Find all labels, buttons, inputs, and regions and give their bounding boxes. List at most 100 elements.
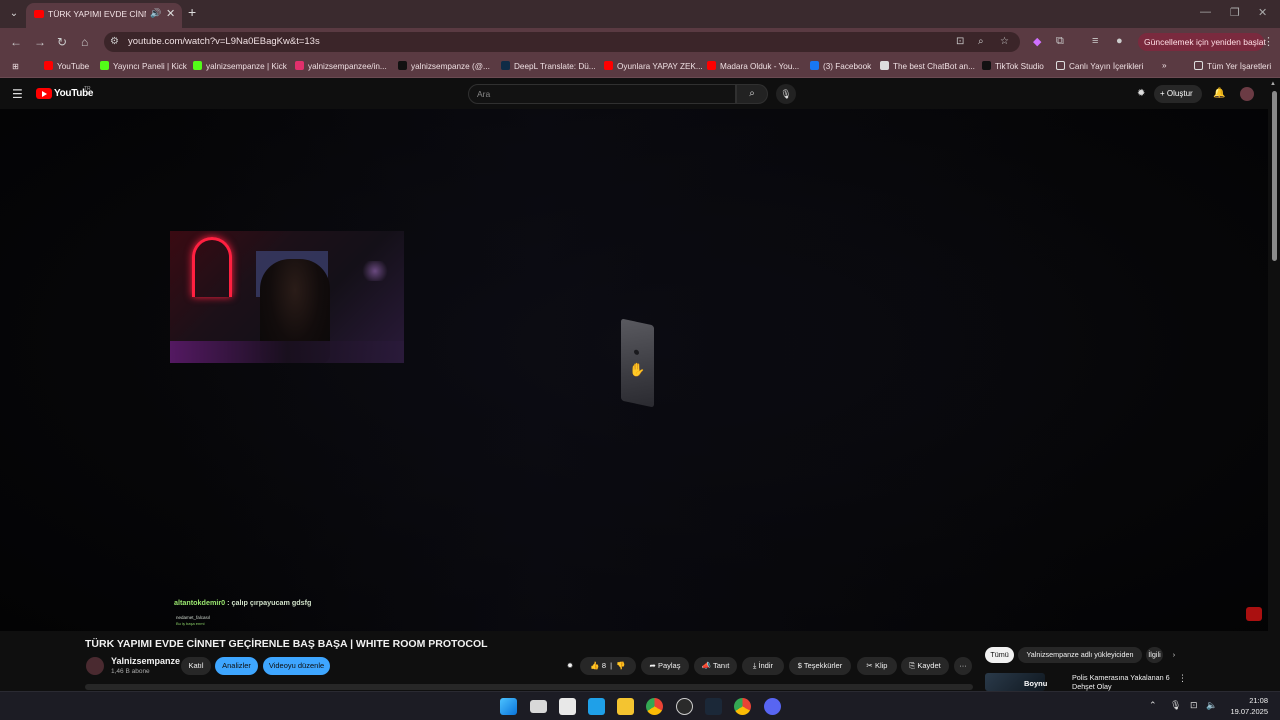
back-icon[interactable]: ← [10, 35, 22, 49]
promote-button[interactable]: 📣 Tanıt [694, 657, 737, 675]
window-maximize-button[interactable]: ❐ [1230, 6, 1240, 19]
tab-audio-icon[interactable]: 🔊 [150, 8, 161, 19]
subscriber-count: 1,46 B abone [111, 668, 150, 675]
recommendation-more-icon[interactable]: ⋮ [1178, 673, 1187, 684]
more-actions-button[interactable]: ··· [954, 657, 972, 675]
taskbar-clock[interactable]: 21:08 19.07.2025 [1228, 695, 1268, 717]
search-button[interactable]: ⌕ [736, 84, 768, 104]
youtube-logo-icon[interactable] [36, 88, 52, 99]
join-button[interactable]: Katıl [181, 657, 211, 675]
page-scrollbar[interactable]: ▲ [1268, 79, 1280, 691]
video-player[interactable]: ✋ altantokdemir0 : çalıp çırpayucam gdsf… [0, 109, 1268, 631]
chips-next-icon[interactable]: › [1169, 647, 1179, 663]
bookmarks-overflow-button[interactable]: » [1162, 61, 1167, 70]
photos-app-icon[interactable] [588, 698, 605, 715]
file-explorer-icon[interactable] [617, 698, 634, 715]
bookmark-item[interactable]: YouTube [44, 61, 89, 71]
bookmark-item[interactable]: DeepL Translate: Dü... [501, 61, 596, 71]
discord-icon[interactable] [764, 698, 781, 715]
webcam-desk [170, 341, 404, 363]
network-icon[interactable]: ⊡ [1190, 700, 1198, 711]
media-control-icon[interactable]: ≡ [1092, 35, 1098, 47]
bookmark-favicon-icon [44, 61, 53, 70]
bookmark-favicon-icon [100, 61, 109, 70]
bookmark-item[interactable]: Oyunlara YAPAY ZEK... [604, 61, 703, 71]
clip-button[interactable]: ✂ Klip [857, 657, 897, 675]
dislike-icon[interactable]: 👎 [616, 661, 625, 670]
snipping-tool-icon[interactable] [559, 698, 576, 715]
bookmark-item[interactable]: yalnizsempanze (@... [398, 61, 490, 71]
bookmark-item[interactable]: yalnizsempanzee/in... [295, 61, 387, 71]
zoom-icon[interactable]: ⌕ [978, 36, 984, 47]
volume-icon[interactable]: 🔈 [1206, 700, 1217, 711]
steam-icon[interactable] [705, 698, 722, 715]
save-button[interactable]: ⎘ Kaydet [901, 657, 949, 675]
bookmark-favicon-icon [880, 61, 889, 70]
recommendation-title[interactable]: Polis Kamerasına Yakalanan 6 Dehşet Olay [1072, 673, 1172, 691]
tab-close-icon[interactable]: ✕ [166, 7, 175, 20]
description-box[interactable] [85, 684, 973, 690]
profile-icon[interactable]: ● [1116, 35, 1123, 47]
menu-hamburger-icon[interactable]: ☰ [12, 87, 23, 101]
all-bookmarks-folder[interactable]: Tüm Yer İşaretleri [1194, 61, 1271, 71]
studio-gear-icon[interactable]: ✹ [1137, 88, 1145, 99]
studio-icon[interactable]: ✹ [562, 657, 578, 675]
bookmark-item[interactable]: The best ChatBot an... [880, 61, 975, 71]
clock-date: 19.07.2025 [1230, 707, 1268, 716]
microphone-tray-icon[interactable]: 🎙 [1170, 700, 1181, 711]
bookmark-favicon-icon [398, 61, 407, 70]
bookmark-item[interactable]: yalnizsempanze | Kick [193, 61, 287, 71]
youtube-favicon-icon [34, 10, 44, 18]
browser-menu-icon[interactable]: ⋮ [1263, 35, 1274, 48]
chip-uploader[interactable]: Yalnizsempanze adlı yükleyiciden [1018, 647, 1142, 663]
edit-video-button[interactable]: Videoyu düzenle [263, 657, 330, 675]
start-windows-icon[interactable] [500, 698, 517, 715]
like-icon[interactable]: 👍 [590, 661, 599, 670]
scroll-up-icon[interactable]: ▲ [1270, 81, 1276, 87]
extension-icon[interactable]: ◆ [1033, 35, 1041, 48]
apps-grid-icon[interactable]: ⊞ [12, 61, 19, 71]
address-url[interactable]: youtube.com/watch?v=L9Na0EBagKw&t=13s [128, 36, 320, 47]
bookmark-icon: ⎘ [909, 661, 916, 670]
tab-title: TÜRK YAPIMI EVDE CİNNET [48, 9, 146, 19]
search-input[interactable]: Ara [468, 84, 736, 104]
extensions-puzzle-icon[interactable]: ⧉ [1056, 35, 1064, 48]
chrome-profile-icon[interactable] [734, 698, 751, 715]
window-close-button[interactable]: ✕ [1258, 6, 1267, 19]
bookmark-item[interactable]: Madara Olduk - You... [707, 61, 799, 71]
address-bar[interactable]: ⚙ youtube.com/watch?v=L9Na0EBagKw&t=13s … [104, 32, 1020, 52]
bookmark-item[interactable]: TikTok Studio [982, 61, 1044, 71]
chip-all[interactable]: Tümü [985, 647, 1014, 663]
browser-tab-active[interactable]: TÜRK YAPIMI EVDE CİNNET 🔊 ✕ [26, 3, 182, 28]
site-info-icon[interactable]: ⚙ [110, 36, 119, 47]
bookmark-item[interactable]: Yayıncı Paneli | Kick [100, 61, 187, 71]
analytics-button[interactable]: Analizler [215, 657, 258, 675]
chrome-icon[interactable] [646, 698, 663, 715]
create-button[interactable]: + Oluştur [1154, 85, 1202, 103]
scrollbar-thumb[interactable] [1272, 91, 1277, 261]
home-icon[interactable]: ⌂ [81, 35, 88, 49]
obs-studio-icon[interactable] [676, 698, 693, 715]
account-avatar[interactable] [1240, 87, 1254, 101]
reload-icon[interactable]: ↻ [57, 35, 67, 49]
new-tab-button[interactable]: + [188, 4, 196, 20]
bookmark-folder[interactable]: Canlı Yayın İçerikleri [1056, 61, 1143, 71]
install-app-icon[interactable]: ⊡ [956, 36, 964, 47]
tab-search-icon[interactable]: ⌄ [6, 6, 22, 22]
share-button[interactable]: ➦ Paylaş [641, 657, 689, 675]
download-button[interactable]: ⤓ İndir [742, 657, 784, 675]
notifications-bell-icon[interactable]: 🔔 [1213, 88, 1225, 99]
channel-avatar[interactable] [86, 657, 104, 675]
tray-overflow-icon[interactable]: ⌃ [1149, 700, 1157, 711]
task-view-icon[interactable] [530, 700, 547, 713]
update-restart-button[interactable]: Güncellemek için yeniden başlat [1138, 33, 1266, 51]
voice-search-button[interactable]: 🎙 [776, 84, 796, 104]
bookmark-item[interactable]: (3) Facebook [810, 61, 871, 71]
window-minimize-button[interactable]: — [1200, 6, 1211, 18]
thanks-button[interactable]: $ Teşekkürler [789, 657, 851, 675]
channel-name[interactable]: Yalnizsempanze [111, 656, 180, 666]
forward-icon[interactable]: → [34, 35, 46, 49]
chip-related[interactable]: İlgili [1146, 647, 1163, 663]
bookmark-star-icon[interactable]: ☆ [1000, 36, 1009, 47]
youtube-header: ☰ YouTube TR Ara ⌕ 🎙 ✹ + Oluştur 🔔 [0, 79, 1280, 109]
